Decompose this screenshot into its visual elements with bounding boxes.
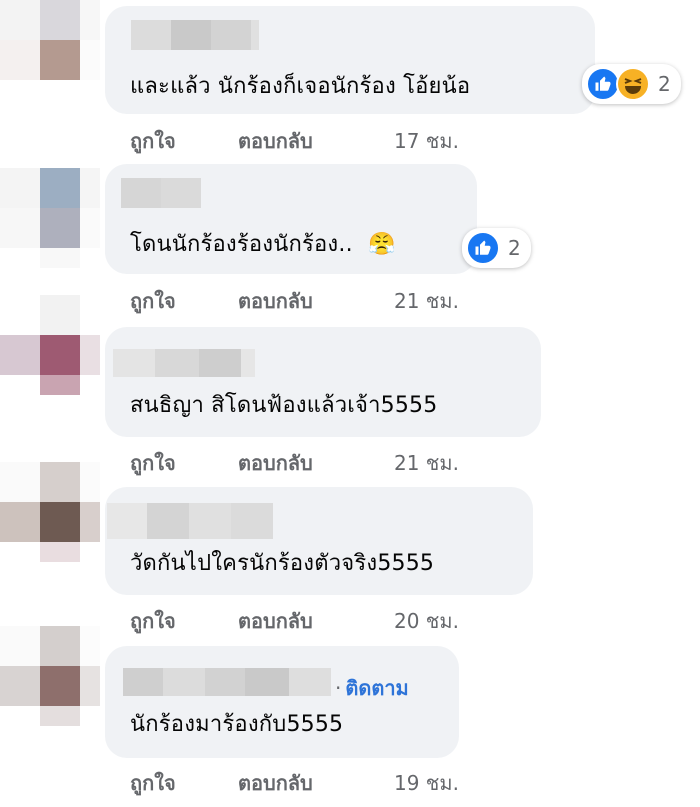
comment-bubble: · ติดตาม นักร้องมาร้องกับ5555 bbox=[105, 646, 459, 758]
timestamp[interactable]: 21 ชม. bbox=[394, 447, 459, 479]
like-reaction-icon bbox=[586, 67, 620, 101]
avatar[interactable] bbox=[0, 168, 100, 268]
reply-link[interactable]: ตอบกลับ bbox=[238, 767, 394, 799]
comment-bubble: และแล้ว นักร้องก็เจอนักร้อง โอ้ยน้อ bbox=[105, 6, 595, 114]
reply-link[interactable]: ตอบกลับ bbox=[238, 605, 394, 637]
comment-actions: ถูกใจ ตอบกลับ 20 ชม. bbox=[130, 605, 459, 637]
author-name[interactable] bbox=[123, 668, 331, 696]
comment-text: นักร้องมาร้องกับ5555 bbox=[130, 712, 344, 737]
like-link[interactable]: ถูกใจ bbox=[130, 605, 238, 637]
comment-actions: ถูกใจ ตอบกลับ 21 ชม. bbox=[130, 285, 459, 317]
comment-text: สนธิญา สิโดนฟ้องแล้วเจ้า5555 bbox=[130, 393, 438, 418]
comment-actions: ถูกใจ ตอบกลับ 21 ชม. bbox=[130, 447, 459, 479]
author-name[interactable] bbox=[113, 349, 255, 377]
avatar[interactable] bbox=[0, 295, 100, 395]
follow-link[interactable]: · ติดตาม bbox=[335, 672, 409, 704]
follow-label: ติดตาม bbox=[345, 676, 409, 700]
reaction-count: 2 bbox=[508, 236, 521, 260]
emoji: 😤 bbox=[367, 232, 396, 257]
reactions-summary[interactable]: 2 bbox=[582, 64, 681, 104]
comment-bubble: วัดกันไปใครนักร้องตัวจริง5555 bbox=[105, 487, 533, 595]
like-link[interactable]: ถูกใจ bbox=[130, 285, 238, 317]
author-name[interactable] bbox=[121, 178, 201, 208]
timestamp[interactable]: 20 ชม. bbox=[394, 605, 459, 637]
reply-link[interactable]: ตอบกลับ bbox=[238, 125, 394, 157]
like-link[interactable]: ถูกใจ bbox=[130, 447, 238, 479]
reactions-summary[interactable]: 2 bbox=[462, 228, 531, 268]
like-link[interactable]: ถูกใจ bbox=[130, 767, 238, 799]
avatar[interactable] bbox=[0, 462, 100, 562]
comment-text: และแล้ว นักร้องก็เจอนักร้อง โอ้ยน้อ bbox=[130, 74, 471, 99]
haha-reaction-icon bbox=[616, 67, 650, 101]
comment-text: วัดกันไปใครนักร้องตัวจริง5555 bbox=[130, 551, 435, 576]
author-name[interactable] bbox=[107, 503, 273, 539]
comment-text: โดนนักร้องร้องนักร้อง.. 😤 bbox=[130, 226, 396, 261]
like-reaction-icon bbox=[466, 231, 500, 265]
follow-separator: · bbox=[335, 676, 342, 700]
avatar[interactable] bbox=[0, 0, 100, 100]
timestamp[interactable]: 17 ชม. bbox=[394, 125, 459, 157]
comment-bubble: สนธิญา สิโดนฟ้องแล้วเจ้า5555 bbox=[105, 327, 541, 437]
comment-actions: ถูกใจ ตอบกลับ 17 ชม. bbox=[130, 125, 459, 157]
comment-bubble: โดนนักร้องร้องนักร้อง.. 😤 bbox=[105, 164, 477, 274]
reaction-count: 2 bbox=[658, 72, 671, 96]
reply-link[interactable]: ตอบกลับ bbox=[238, 285, 394, 317]
avatar[interactable] bbox=[0, 626, 100, 726]
author-name[interactable] bbox=[131, 20, 259, 50]
timestamp[interactable]: 21 ชม. bbox=[394, 285, 459, 317]
comment-actions: ถูกใจ ตอบกลับ 19 ชม. bbox=[130, 767, 459, 799]
reply-link[interactable]: ตอบกลับ bbox=[238, 447, 394, 479]
comment-text-body: โดนนักร้องร้องนักร้อง.. bbox=[130, 232, 353, 257]
like-link[interactable]: ถูกใจ bbox=[130, 125, 238, 157]
timestamp[interactable]: 19 ชม. bbox=[394, 767, 459, 799]
